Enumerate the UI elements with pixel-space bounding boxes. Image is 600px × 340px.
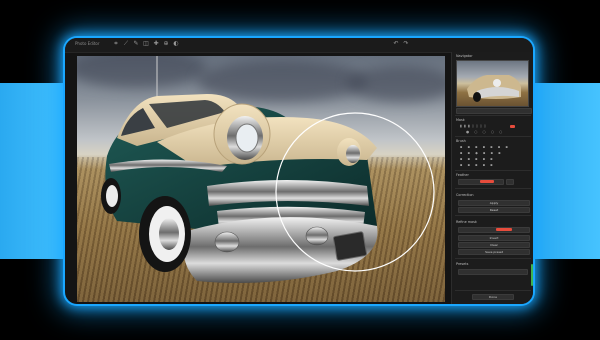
eraser-icon[interactable]: ◫ xyxy=(143,41,149,47)
straighten-icon[interactable]: ⟋ xyxy=(123,41,129,47)
divider xyxy=(455,290,531,291)
feather-value-box[interactable] xyxy=(506,179,514,185)
navigator-label: Navigator xyxy=(456,54,473,58)
clear-button[interactable]: Clear xyxy=(458,242,530,248)
divider xyxy=(455,215,531,216)
feather-slider-fill xyxy=(480,180,494,183)
image-canvas[interactable] xyxy=(77,56,445,302)
refine-mask-label: Refine mask xyxy=(456,220,477,224)
tool-group-right: ↶ ↷ xyxy=(393,41,409,47)
panel-scrollbar[interactable] xyxy=(531,264,533,286)
gradient-icon[interactable]: ◐ xyxy=(173,41,179,47)
car-photo xyxy=(101,56,435,284)
redo-icon[interactable]: ↷ xyxy=(403,41,409,47)
mask-mode-row[interactable]: ● ○ ○ ○ ○ xyxy=(466,130,504,134)
tool-group-left: ⌗ ⟋ ✎ ◫ ✚ ⊕ ◐ xyxy=(113,41,179,47)
mask-tool-row[interactable]: ▮▮▮▯▯▯▯ xyxy=(460,124,488,128)
refine-dropdown[interactable] xyxy=(458,227,530,233)
brush-options-row-1[interactable]: ▪ ▪ ▪ ▪ ▪ ▪ ▪ xyxy=(460,145,510,149)
crop-icon[interactable]: ⌗ xyxy=(113,41,119,47)
refine-slider-fill xyxy=(496,228,512,231)
decorative-band-right xyxy=(528,83,600,259)
presets-label: Presets xyxy=(456,262,469,266)
navigator-zoom-slider[interactable] xyxy=(456,108,532,114)
brush-options-row-4[interactable]: ▪ ▪ ▪ ▪ ▪ xyxy=(460,163,495,167)
reset-button[interactable]: Reset xyxy=(458,207,530,213)
done-button[interactable]: Done xyxy=(472,294,514,300)
feather-label: Feather xyxy=(456,173,469,177)
brush-options-row-2[interactable]: ▪ ▪ ◆ ▪ ▪ ▪ xyxy=(460,151,503,155)
heal-icon[interactable]: ✚ xyxy=(153,41,159,47)
app-window: Photo Editor ⌗ ⟋ ✎ ◫ ✚ ⊕ ◐ ↶ ↷ Navigator… xyxy=(65,38,533,304)
mask-color-swatch[interactable] xyxy=(510,125,515,128)
navigator-thumbnail[interactable] xyxy=(456,60,529,107)
brush-label: Brush xyxy=(456,139,466,143)
window-title: Photo Editor xyxy=(75,41,100,46)
divider xyxy=(455,136,531,137)
invert-button[interactable]: Invert xyxy=(458,235,530,241)
right-panel: Navigator Mask ▮▮▮▯▯▯▯ ● ○ ○ ○ ○ Brush ▪… xyxy=(451,52,533,304)
save-preset-button[interactable]: Save preset xyxy=(458,249,530,255)
mask-label: Mask xyxy=(456,118,465,122)
toolbar: Photo Editor ⌗ ⟋ ✎ ◫ ✚ ⊕ ◐ ↶ ↷ xyxy=(65,38,533,53)
brush-options-row-3[interactable]: ▪ ▪ ▪ ▪ ▪ xyxy=(460,157,495,161)
thumbnail-image xyxy=(467,75,521,102)
correction-label: Correction xyxy=(456,193,474,197)
divider xyxy=(455,115,531,116)
clone-icon[interactable]: ⊕ xyxy=(163,41,169,47)
apply-button[interactable]: Apply xyxy=(458,200,530,206)
preset-dropdown[interactable] xyxy=(458,269,528,275)
divider xyxy=(455,188,531,189)
decorative-band-left xyxy=(0,83,70,259)
undo-icon[interactable]: ↶ xyxy=(393,41,399,47)
divider xyxy=(455,170,531,171)
brush-icon[interactable]: ✎ xyxy=(133,41,139,47)
divider xyxy=(455,258,531,259)
